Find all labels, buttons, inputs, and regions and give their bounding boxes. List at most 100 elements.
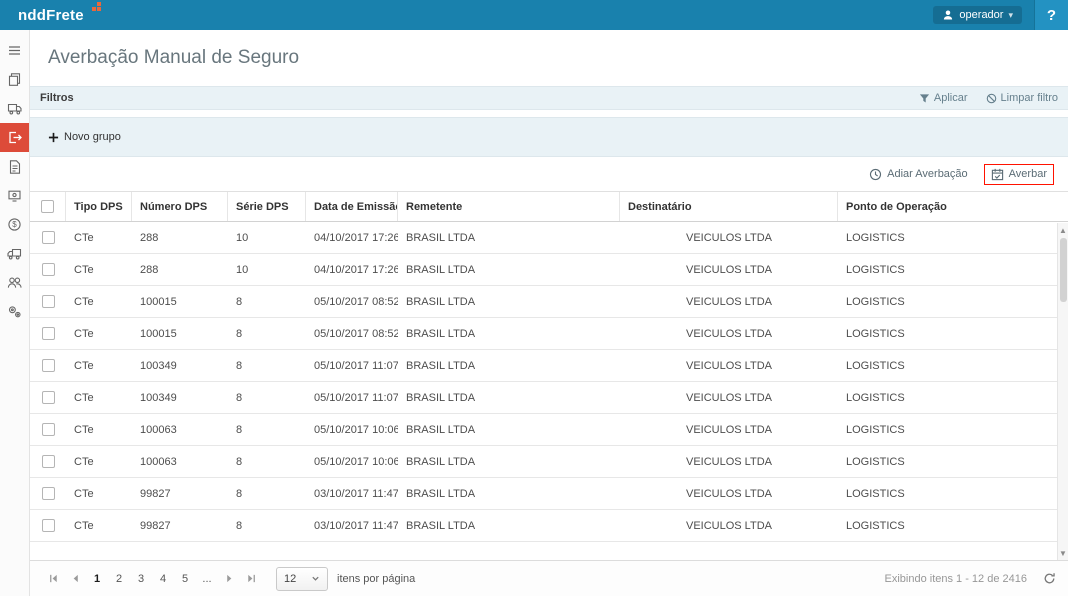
cell-numero-dps: 100063 xyxy=(140,423,177,436)
cell-remetente: BRASIL LTDA xyxy=(406,231,476,244)
cell-data-emissao: 05/10/2017 10:06 xyxy=(314,423,398,436)
page-number[interactable]: 5 xyxy=(174,568,196,590)
grid-toolbar: Adiar Averbação Averbar xyxy=(30,157,1068,191)
cell-checkbox xyxy=(30,359,66,372)
table-row[interactable]: CTe 99827 8 03/10/2017 11:47 BRASIL LTDA… xyxy=(30,478,1068,510)
next-page-button[interactable] xyxy=(218,568,240,590)
table-row[interactable]: CTe 100349 8 05/10/2017 11:07 BRASIL LTD… xyxy=(30,382,1068,414)
cell-checkbox xyxy=(30,231,66,244)
table-row[interactable]: CTe 99827 8 03/10/2017 11:47 BRASIL LTDA… xyxy=(30,510,1068,542)
column-header-remetente[interactable]: Remetente xyxy=(398,192,620,221)
select-all-checkbox[interactable] xyxy=(41,200,54,213)
page-number[interactable]: 4 xyxy=(152,568,174,590)
cell-ponto-operacao: LOGISTICS xyxy=(846,423,905,436)
row-checkbox[interactable] xyxy=(41,455,55,468)
page-size-select[interactable]: 12 xyxy=(276,566,328,591)
table-row[interactable]: CTe 100063 8 05/10/2017 10:06 BRASIL LTD… xyxy=(30,446,1068,478)
cell-destinatario: VEICULOS LTDA xyxy=(686,391,772,404)
table-row[interactable]: CTe 100015 8 05/10/2017 08:52 BRASIL LTD… xyxy=(30,286,1068,318)
page-number[interactable]: 3 xyxy=(130,568,152,590)
data-grid: Tipo DPS Número DPS Série DPS Data de Em… xyxy=(30,191,1068,560)
column-header-data-emissao[interactable]: Data de Emissão xyxy=(306,192,398,221)
table-row[interactable]: CTe 288 10 04/10/2017 17:26 BRASIL LTDA … xyxy=(30,222,1068,254)
scroll-down-icon[interactable]: ▼ xyxy=(1058,547,1068,559)
page-title: Averbação Manual de Seguro xyxy=(48,47,300,68)
truck-icon[interactable] xyxy=(0,94,29,123)
delivery-truck-icon[interactable] xyxy=(0,239,29,268)
cell-checkbox xyxy=(30,327,66,340)
vertical-scrollbar[interactable]: ▲ ▼ xyxy=(1057,223,1068,560)
user-label: operador xyxy=(959,9,1004,21)
cell-tipo-dps: CTe xyxy=(74,327,94,340)
cell-data-emissao: 05/10/2017 08:52 xyxy=(314,327,398,340)
currency-transfer-icon[interactable]: $ xyxy=(0,210,29,239)
cell-serie-dps: 10 xyxy=(236,263,249,276)
row-checkbox[interactable] xyxy=(41,359,55,372)
prev-page-button[interactable] xyxy=(64,568,86,590)
scroll-up-icon[interactable]: ▲ xyxy=(1058,224,1068,236)
cell-destinatario: VEICULOS LTDA xyxy=(686,455,772,468)
row-checkbox[interactable] xyxy=(41,263,55,276)
scrollbar-thumb[interactable] xyxy=(1060,238,1067,302)
copy-pages-icon[interactable] xyxy=(0,65,29,94)
logo-mark-icon xyxy=(91,6,96,11)
new-group-button[interactable]: Novo grupo xyxy=(48,131,121,143)
export-averbacao-icon[interactable] xyxy=(0,123,29,152)
column-header-ponto-operacao[interactable]: Ponto de Operação xyxy=(838,192,1068,221)
row-checkbox[interactable] xyxy=(41,327,55,340)
topbar: nddFrete operador ▾ ? xyxy=(0,0,1068,30)
row-checkbox[interactable] xyxy=(41,423,55,436)
row-checkbox[interactable] xyxy=(41,231,55,244)
cell-numero-dps: 288 xyxy=(140,263,159,276)
cell-remetente: BRASIL LTDA xyxy=(406,423,476,436)
page-number[interactable]: ... xyxy=(196,568,218,590)
cell-remetente: BRASIL LTDA xyxy=(406,327,476,340)
table-row[interactable]: CTe 288 10 04/10/2017 17:26 BRASIL LTDA … xyxy=(30,254,1068,286)
row-checkbox[interactable] xyxy=(41,519,55,532)
monitor-icon[interactable] xyxy=(0,181,29,210)
filter-funnel-icon xyxy=(919,93,929,102)
column-header-numero-dps[interactable]: Número DPS xyxy=(132,192,228,221)
averbar-button[interactable]: Averbar xyxy=(991,168,1047,181)
cell-numero-dps: 100015 xyxy=(140,295,177,308)
help-button[interactable]: ? xyxy=(1034,0,1068,30)
averbar-label: Averbar xyxy=(1008,168,1047,180)
plus-icon xyxy=(48,132,59,142)
cell-destinatario: VEICULOS LTDA xyxy=(686,263,772,276)
cell-serie-dps: 8 xyxy=(236,487,243,500)
cell-tipo-dps: CTe xyxy=(74,391,94,404)
chevron-down-icon: ▾ xyxy=(1008,9,1013,20)
user-menu[interactable]: operador ▾ xyxy=(933,6,1022,24)
users-icon[interactable] xyxy=(0,268,29,297)
table-row[interactable]: CTe 100015 8 05/10/2017 08:52 BRASIL LTD… xyxy=(30,318,1068,350)
cell-ponto-operacao: LOGISTICS xyxy=(846,231,905,244)
table-row[interactable]: CTe 100349 8 05/10/2017 11:07 BRASIL LTD… xyxy=(30,350,1068,382)
cell-checkbox xyxy=(30,519,66,532)
last-page-button[interactable] xyxy=(240,568,262,590)
page-number[interactable]: 2 xyxy=(108,568,130,590)
select-all-header xyxy=(30,192,66,221)
cell-tipo-dps: CTe xyxy=(74,359,94,372)
clear-filter-button[interactable]: Limpar filtro xyxy=(986,92,1058,104)
cell-ponto-operacao: LOGISTICS xyxy=(846,455,905,468)
apply-filter-button[interactable]: Aplicar xyxy=(919,92,968,104)
table-row[interactable]: CTe 100063 8 05/10/2017 10:06 BRASIL LTD… xyxy=(30,414,1068,446)
cell-data-emissao: 03/10/2017 11:47 xyxy=(314,487,398,500)
first-page-button[interactable] xyxy=(42,568,64,590)
settings-gears-icon[interactable] xyxy=(0,297,29,326)
row-checkbox[interactable] xyxy=(41,487,55,500)
column-header-serie-dps[interactable]: Série DPS xyxy=(228,192,306,221)
cell-destinatario: VEICULOS LTDA xyxy=(686,359,772,372)
column-header-destinatario[interactable]: Destinatário xyxy=(620,192,838,221)
refresh-button[interactable] xyxy=(1043,572,1056,585)
row-checkbox[interactable] xyxy=(41,295,55,308)
document-icon[interactable] xyxy=(0,152,29,181)
cell-tipo-dps: CTe xyxy=(74,263,94,276)
menu-icon[interactable] xyxy=(0,36,29,65)
adiar-averbacao-button[interactable]: Adiar Averbação xyxy=(869,168,968,181)
app-logo: nddFrete xyxy=(18,6,96,24)
cell-tipo-dps: CTe xyxy=(74,519,94,532)
column-header-tipo-dps[interactable]: Tipo DPS xyxy=(66,192,132,221)
page-number[interactable]: 1 xyxy=(86,568,108,590)
row-checkbox[interactable] xyxy=(41,391,55,404)
